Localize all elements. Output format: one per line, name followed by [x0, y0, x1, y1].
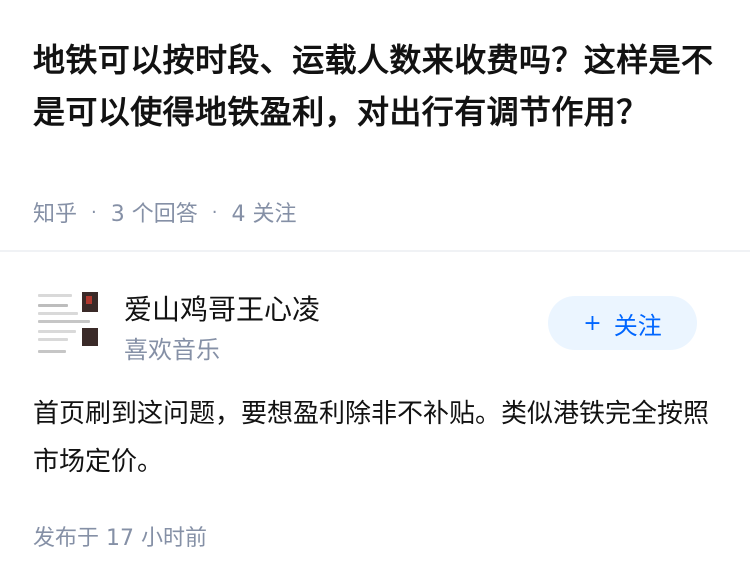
answer-card: 爱山鸡哥王心凌 喜欢音乐 + 关注 首页刷到这问题，要想盈利除非不补贴。类似港铁…	[0, 252, 750, 588]
source-label[interactable]: 知乎	[33, 196, 77, 228]
answers-count[interactable]: 3 个回答	[111, 196, 198, 228]
followers-count[interactable]: 4 关注	[231, 196, 296, 228]
question-meta: 知乎 · 3 个回答 · 4 关注	[33, 196, 296, 228]
author-avatar[interactable]	[36, 288, 102, 360]
question-header: 地铁可以按时段、运载人数来收费吗？这样是不是可以使得地铁盈利，对出行有调节作用？…	[0, 0, 750, 250]
follow-label: 关注	[613, 311, 662, 340]
published-time: 发布于 17 小时前	[33, 526, 207, 551]
question-title[interactable]: 地铁可以按时段、运载人数来收费吗？这样是不是可以使得地铁盈利，对出行有调节作用？	[33, 34, 723, 138]
zhihu-question-page: 地铁可以按时段、运载人数来收费吗？这样是不是可以使得地铁盈利，对出行有调节作用？…	[0, 0, 750, 588]
follow-button[interactable]: + 关注	[548, 296, 697, 350]
author-bio: 喜欢音乐	[124, 336, 220, 364]
separator-dot: ·	[91, 201, 97, 223]
author-name[interactable]: 爱山鸡哥王心凌	[124, 288, 320, 328]
separator-dot: ·	[211, 201, 218, 223]
answer-content[interactable]: 首页刷到这问题，要想盈利除非不补贴。类似港铁完全按照市场定价。	[33, 390, 713, 486]
plus-icon: +	[583, 310, 602, 336]
